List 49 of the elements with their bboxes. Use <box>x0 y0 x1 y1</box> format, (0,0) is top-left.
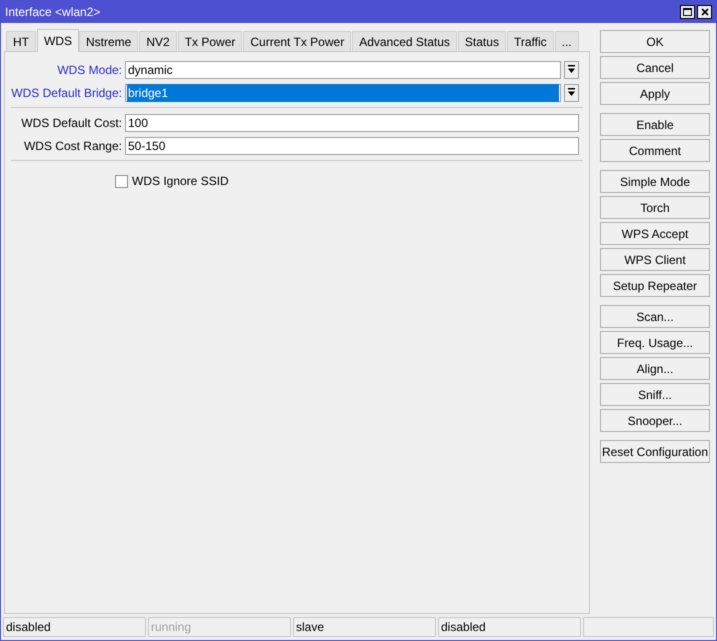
action-button[interactable]: Apply <box>600 82 710 105</box>
action-button[interactable]: Cancel <box>600 56 710 79</box>
action-button[interactable]: Comment <box>600 139 710 162</box>
dropdown-arrow-icon <box>567 88 576 97</box>
action-button[interactable]: Freq. Usage... <box>600 331 710 354</box>
status-cell: disabled <box>438 617 581 637</box>
dropdown-button[interactable] <box>564 60 579 78</box>
dropdown-field[interactable]: bridge1 <box>125 84 561 102</box>
status-cell: slave <box>293 617 436 637</box>
field-label: WDS Default Cost: <box>20 114 123 132</box>
action-button[interactable]: Torch <box>600 196 710 219</box>
action-button[interactable]: WPS Accept <box>600 222 710 245</box>
tab[interactable]: NV2 <box>139 31 177 51</box>
action-button[interactable]: Sniff... <box>600 383 710 406</box>
tab[interactable]: Status <box>458 31 506 51</box>
tab[interactable]: Traffic <box>506 31 554 51</box>
tab[interactable]: WDS <box>37 29 79 52</box>
dropdown-button[interactable] <box>564 84 579 102</box>
dropdown-field[interactable]: dynamic <box>125 60 561 78</box>
field-label: WDS Cost Range: <box>22 138 123 154</box>
checkbox-label: WDS Ignore SSID <box>132 173 229 190</box>
field-label: WDS Default Bridge: <box>10 84 123 102</box>
action-button[interactable]: Reset Configuration <box>600 440 710 463</box>
field-label: WDS Mode: <box>56 62 123 78</box>
status-cell: running <box>148 617 291 637</box>
close-icon <box>700 8 708 16</box>
tab[interactable]: Advanced Status <box>352 31 457 51</box>
close-button[interactable] <box>697 5 712 19</box>
tab[interactable]: Current Tx Power <box>243 31 352 51</box>
tab[interactable]: Nstreme <box>79 31 138 51</box>
action-button[interactable]: Align... <box>600 357 710 380</box>
action-button[interactable]: Enable <box>600 113 710 136</box>
action-button[interactable]: Snooper... <box>600 409 710 432</box>
dropdown-arrow-icon <box>567 65 576 74</box>
window-title: Interface <wlan2> <box>5 4 102 21</box>
action-button[interactable]: Setup Repeater <box>600 274 710 297</box>
action-button[interactable]: OK <box>600 30 710 53</box>
status-cell: disabled <box>3 617 146 637</box>
action-button[interactable]: WPS Client <box>600 248 710 271</box>
input-field[interactable]: 100 <box>125 114 579 132</box>
maximize-icon <box>683 8 692 16</box>
action-button[interactable]: Simple Mode <box>600 170 710 193</box>
tab[interactable]: Tx Power <box>178 31 242 51</box>
tab[interactable]: HT <box>6 31 36 51</box>
maximize-button[interactable] <box>680 5 695 19</box>
tab[interactable]: ... <box>554 31 579 51</box>
checkbox[interactable] <box>115 174 128 188</box>
input-field[interactable]: 50-150 <box>125 136 579 154</box>
action-button[interactable]: Scan... <box>600 305 710 328</box>
